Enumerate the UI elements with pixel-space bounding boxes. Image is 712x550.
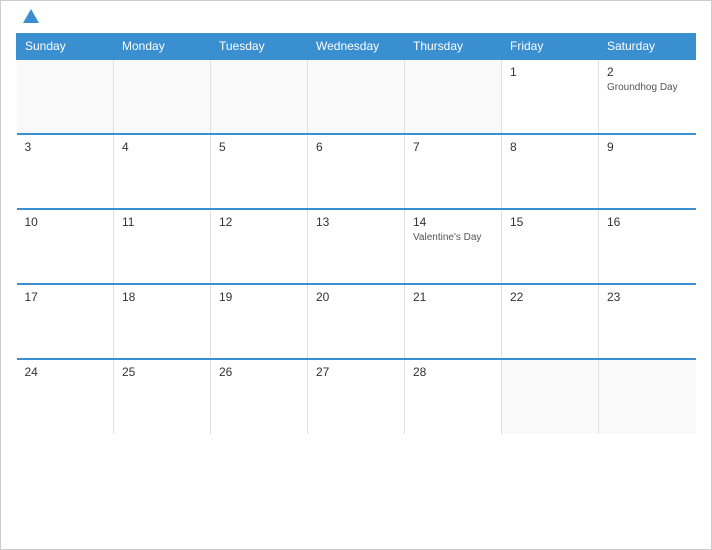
event-label: Groundhog Day (607, 82, 688, 93)
day-number: 10 (25, 215, 106, 229)
day-cell: 25 (114, 359, 211, 434)
day-cell: 27 (308, 359, 405, 434)
day-number: 13 (316, 215, 396, 229)
week-row-2: 10 11 12 13 14 Valentine's Day 15 16 (17, 209, 696, 284)
day-number: 9 (607, 140, 688, 154)
day-number: 2 (607, 65, 688, 79)
day-cell: 13 (308, 209, 405, 284)
day-cell (308, 59, 405, 134)
day-header-row: SundayMondayTuesdayWednesdayThursdayFrid… (17, 34, 696, 60)
calendar-table: SundayMondayTuesdayWednesdayThursdayFrid… (16, 33, 696, 434)
day-cell (211, 59, 308, 134)
day-number: 25 (122, 365, 202, 379)
day-cell: 15 (502, 209, 599, 284)
day-cell: 10 (17, 209, 114, 284)
day-cell: 4 (114, 134, 211, 209)
day-cell: 23 (599, 284, 696, 359)
day-header-monday: Monday (114, 34, 211, 60)
day-number: 7 (413, 140, 493, 154)
day-cell: 21 (405, 284, 502, 359)
day-cell (502, 359, 599, 434)
logo-triangle-icon (23, 9, 39, 23)
day-cell (114, 59, 211, 134)
calendar-header (16, 11, 696, 25)
day-number: 23 (607, 290, 688, 304)
week-row-3: 17 18 19 20 21 22 23 (17, 284, 696, 359)
day-number: 1 (510, 65, 590, 79)
day-cell: 7 (405, 134, 502, 209)
day-cell: 1 (502, 59, 599, 134)
day-cell: 3 (17, 134, 114, 209)
day-cell: 12 (211, 209, 308, 284)
day-number: 26 (219, 365, 299, 379)
logo (21, 11, 39, 25)
day-cell: 22 (502, 284, 599, 359)
day-number: 6 (316, 140, 396, 154)
day-header-wednesday: Wednesday (308, 34, 405, 60)
day-number: 12 (219, 215, 299, 229)
day-cell: 18 (114, 284, 211, 359)
day-cell (405, 59, 502, 134)
day-number: 14 (413, 215, 493, 229)
week-row-0: 1 2 Groundhog Day (17, 59, 696, 134)
day-cell: 17 (17, 284, 114, 359)
day-header-tuesday: Tuesday (211, 34, 308, 60)
day-cell: 26 (211, 359, 308, 434)
day-number: 24 (25, 365, 106, 379)
day-cell: 24 (17, 359, 114, 434)
day-number: 15 (510, 215, 590, 229)
day-cell: 16 (599, 209, 696, 284)
day-cell: 14 Valentine's Day (405, 209, 502, 284)
day-cell (17, 59, 114, 134)
day-cell (599, 359, 696, 434)
day-cell: 8 (502, 134, 599, 209)
day-cell: 20 (308, 284, 405, 359)
day-cell: 11 (114, 209, 211, 284)
day-number: 4 (122, 140, 202, 154)
day-cell: 6 (308, 134, 405, 209)
day-number: 3 (25, 140, 106, 154)
day-number: 20 (316, 290, 396, 304)
day-number: 19 (219, 290, 299, 304)
day-cell: 28 (405, 359, 502, 434)
day-number: 27 (316, 365, 396, 379)
day-cell: 19 (211, 284, 308, 359)
calendar-container: SundayMondayTuesdayWednesdayThursdayFrid… (0, 0, 712, 550)
day-header-sunday: Sunday (17, 34, 114, 60)
day-number: 8 (510, 140, 590, 154)
day-cell: 9 (599, 134, 696, 209)
day-header-saturday: Saturday (599, 34, 696, 60)
day-number: 16 (607, 215, 688, 229)
day-cell: 5 (211, 134, 308, 209)
event-label: Valentine's Day (413, 232, 493, 243)
day-number: 22 (510, 290, 590, 304)
day-number: 17 (25, 290, 106, 304)
week-row-1: 3 4 5 6 7 8 9 (17, 134, 696, 209)
day-number: 28 (413, 365, 493, 379)
day-number: 5 (219, 140, 299, 154)
day-number: 18 (122, 290, 202, 304)
day-cell: 2 Groundhog Day (599, 59, 696, 134)
day-header-friday: Friday (502, 34, 599, 60)
day-number: 11 (122, 215, 202, 229)
day-number: 21 (413, 290, 493, 304)
week-row-4: 24 25 26 27 28 (17, 359, 696, 434)
day-header-thursday: Thursday (405, 34, 502, 60)
